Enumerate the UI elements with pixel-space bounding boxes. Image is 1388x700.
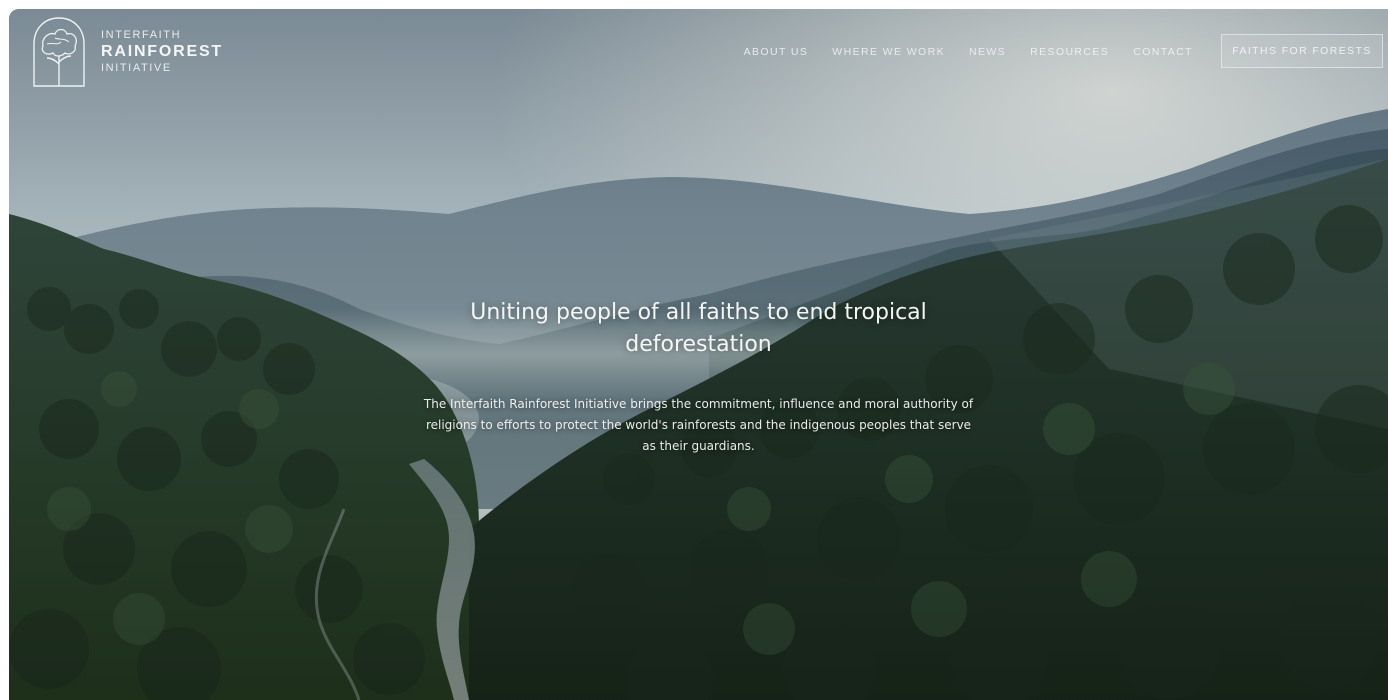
- main-nav: ABOUT US WHERE WE WORK NEWS RESOURCES CO…: [744, 46, 1193, 58]
- tree-arch-icon: [33, 17, 85, 87]
- logo-wordmark: INTERFAITH RAINFOREST INITIATIVE: [101, 29, 223, 75]
- logo-line-interfaith: INTERFAITH: [101, 29, 182, 42]
- faiths-for-forests-button[interactable]: FAITHS FOR FORESTS: [1221, 34, 1383, 68]
- nav-about-us[interactable]: ABOUT US: [744, 46, 809, 58]
- logo-line-initiative: INITIATIVE: [101, 62, 172, 75]
- nav-resources[interactable]: RESOURCES: [1030, 46, 1109, 58]
- site-logo[interactable]: INTERFAITH RAINFOREST INITIATIVE: [31, 16, 223, 88]
- nav-contact[interactable]: CONTACT: [1133, 46, 1193, 58]
- hero-title: Uniting people of all faiths to end trop…: [470, 300, 927, 357]
- logo-line-rainforest: RAINFOREST: [101, 42, 223, 60]
- hero-content: Uniting people of all faiths to end trop…: [9, 297, 1388, 457]
- hero-description: The Interfaith Rainforest Initiative bri…: [423, 397, 974, 453]
- nav-news[interactable]: NEWS: [969, 46, 1006, 58]
- page-frame: INTERFAITH RAINFOREST INITIATIVE ABOUT U…: [9, 9, 1388, 700]
- nav-where-we-work[interactable]: WHERE WE WORK: [832, 46, 945, 58]
